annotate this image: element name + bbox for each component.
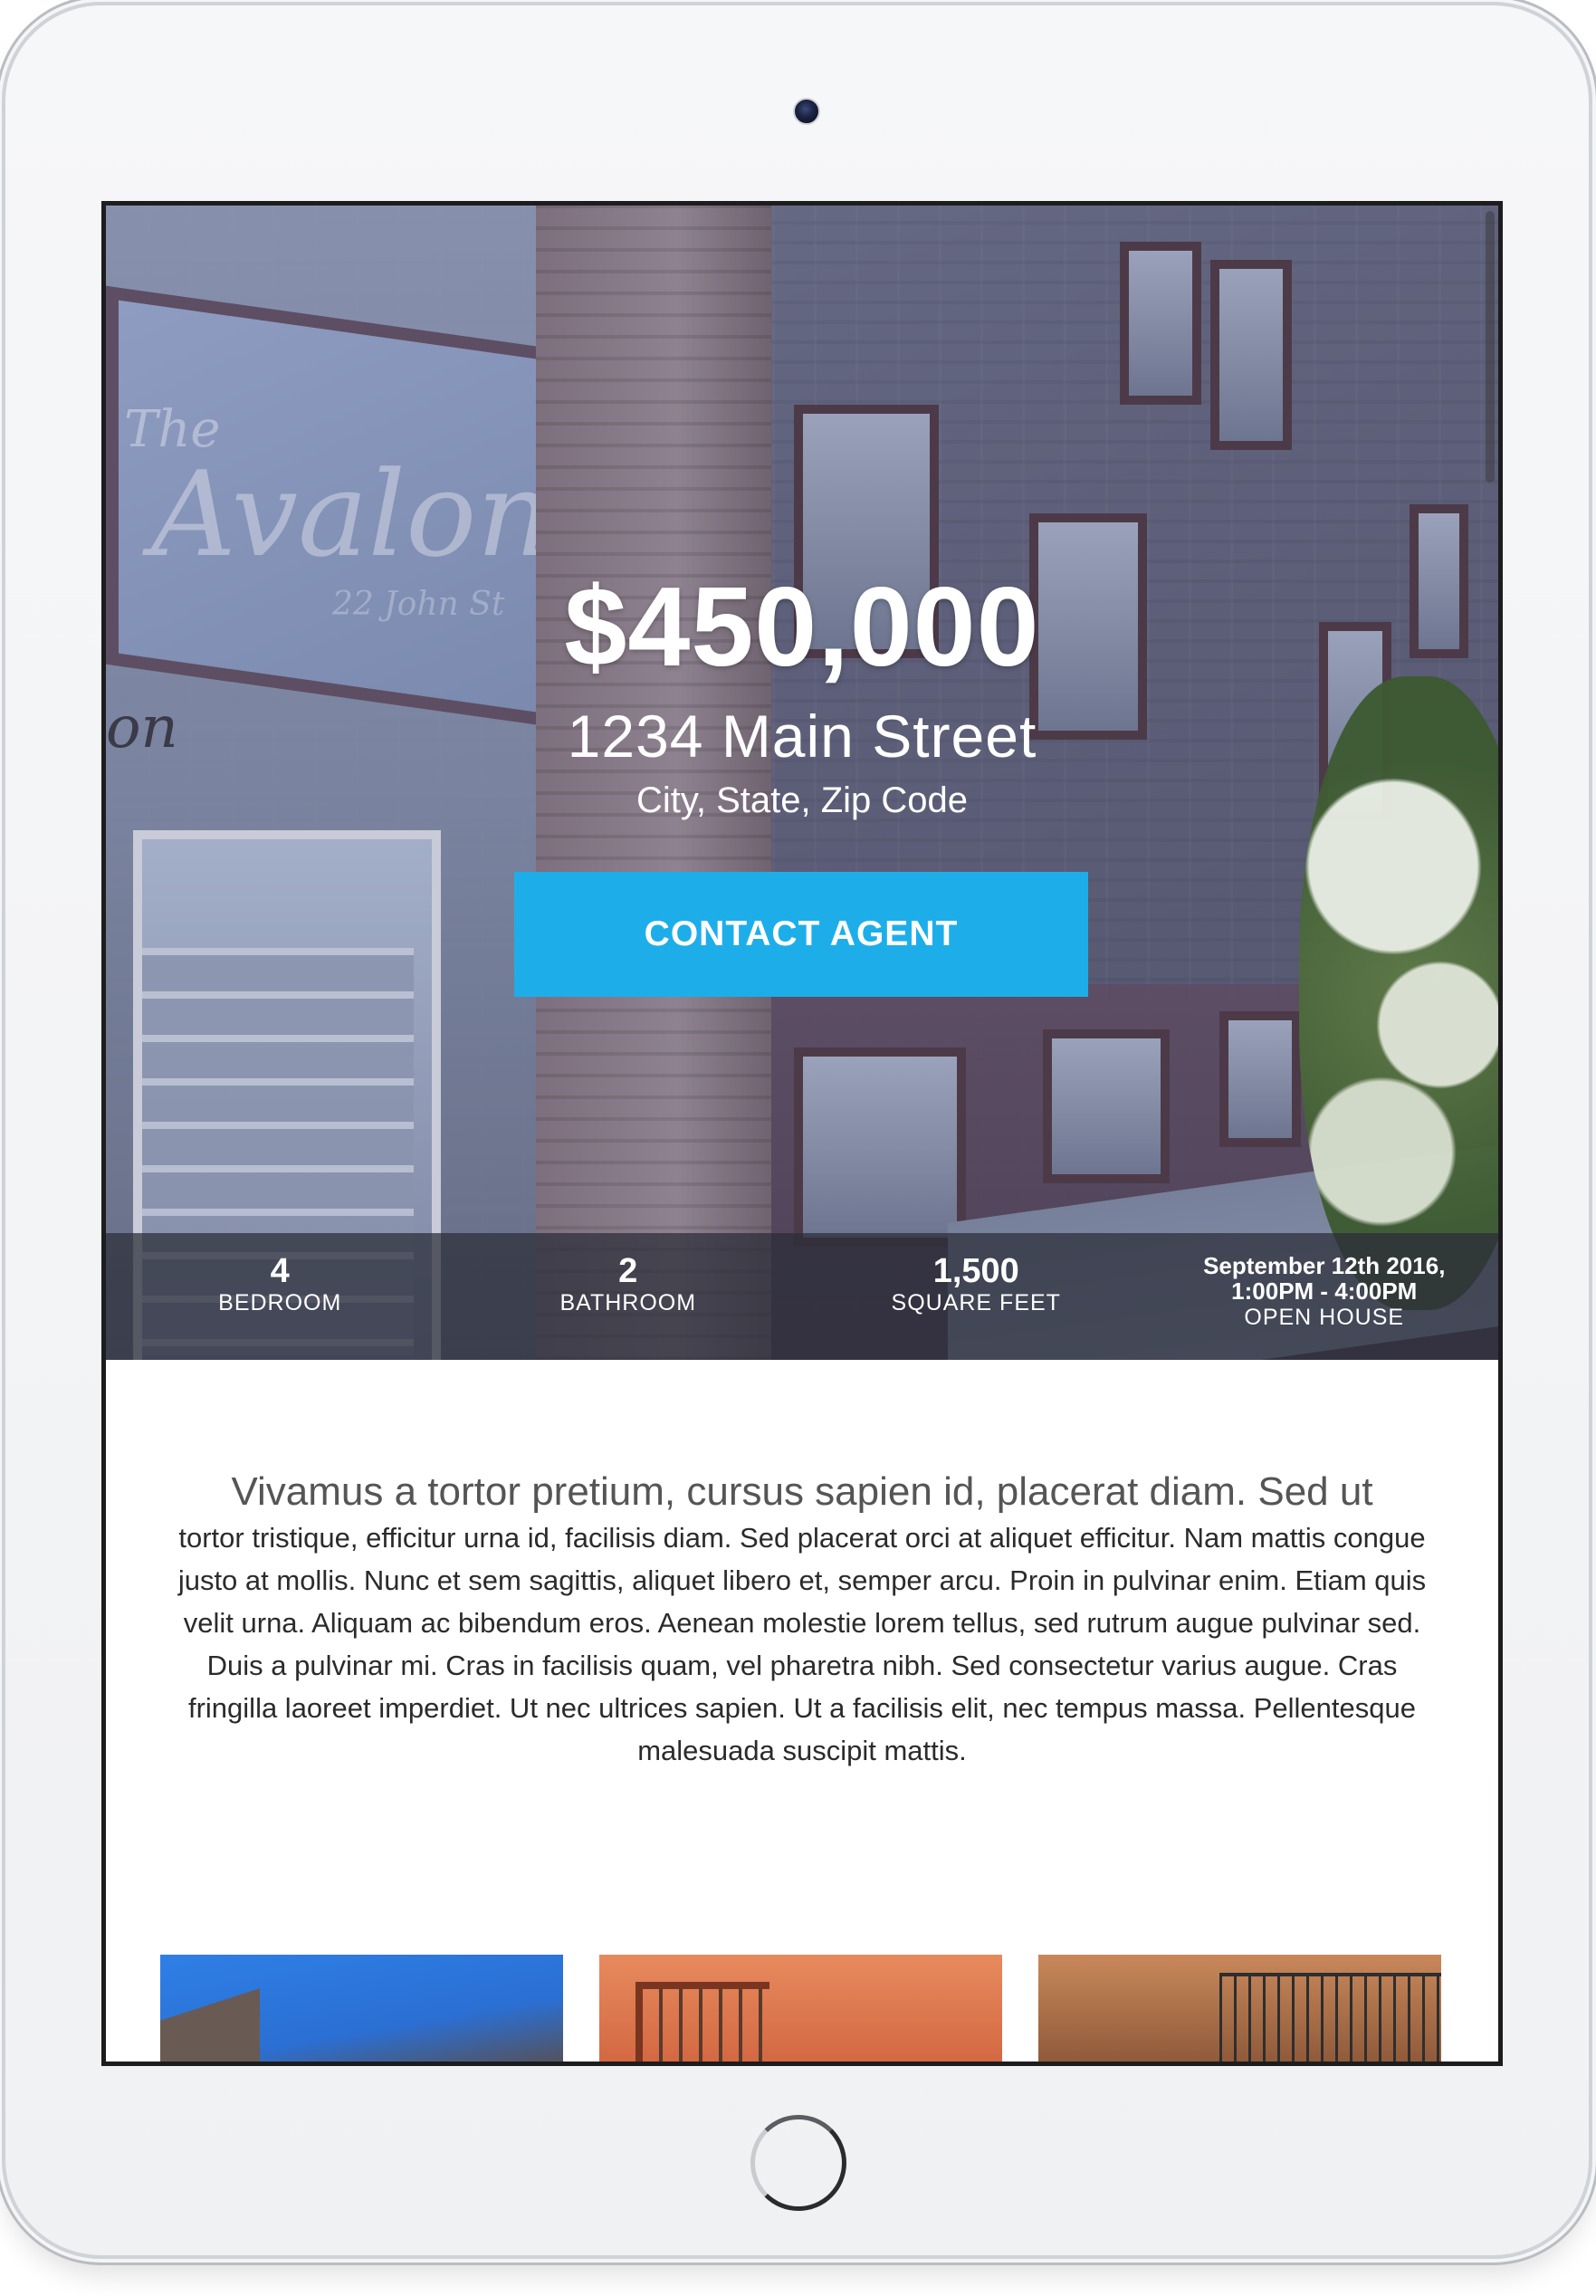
- scrollbar[interactable]: [1486, 211, 1495, 483]
- listing-street: 1234 Main Street: [567, 703, 1037, 770]
- hero-photo-window: [1043, 1029, 1170, 1183]
- stats-bar: 4 BEDROOM 2 BATHROOM 1,500 SQUARE FEET S…: [106, 1233, 1498, 1360]
- hero-photo-window: [794, 1048, 966, 1247]
- listing-city-state-zip: City, State, Zip Code: [636, 780, 969, 820]
- stat-open-house: September 12th 2016, 1:00PM - 4:00PM OPE…: [1151, 1233, 1499, 1360]
- description-body: tortor tristique, efficitur urna id, fac…: [177, 1522, 1427, 1766]
- listing-price: $450,000: [564, 565, 1040, 690]
- stat-label: BATHROOM: [559, 1290, 697, 1315]
- stat-bathroom: 2 BATHROOM: [454, 1233, 803, 1360]
- hero-section: The Avalon 22 John St on $450,000 1234 M…: [106, 206, 1498, 1360]
- stat-value: 4: [270, 1252, 290, 1290]
- hero-photo-foliage: [1299, 676, 1498, 1310]
- description-lead: Vivamus a tortor pretium, cursus sapien …: [231, 1469, 1373, 1514]
- stat-bedroom: 4 BEDROOM: [106, 1233, 454, 1360]
- open-house-time: 1:00PM - 4:00PM: [1231, 1277, 1418, 1305]
- contact-agent-button[interactable]: CONTACT AGENT: [514, 872, 1088, 997]
- stat-label: OPEN HOUSE: [1244, 1305, 1405, 1330]
- tablet-device: The Avalon 22 John St on $450,000 1234 M…: [2, 2, 1592, 2259]
- camera-icon: [793, 98, 820, 125]
- stat-square-feet: 1,500 SQUARE FEET: [802, 1233, 1151, 1360]
- stat-value: 1,500: [932, 1252, 1019, 1290]
- hero-photo-window: [1120, 242, 1201, 405]
- home-button-icon[interactable]: [750, 2115, 846, 2211]
- gallery-photo-balcony[interactable]: [599, 1955, 1002, 2062]
- stat-label: SQUARE FEET: [891, 1290, 1061, 1315]
- gallery-photo-interior[interactable]: [1038, 1955, 1441, 2062]
- description-section: Vivamus a tortor pretium, cursus sapien …: [160, 1464, 1444, 1772]
- stat-value: 2: [618, 1252, 638, 1290]
- hero-photo-window: [1210, 260, 1292, 450]
- photo-gallery: [160, 1955, 1444, 2062]
- open-house-date: September 12th 2016,: [1203, 1252, 1446, 1279]
- stat-label: BEDROOM: [218, 1290, 342, 1315]
- gallery-photo-exterior[interactable]: [160, 1955, 563, 2062]
- browser-screen: The Avalon 22 John St on $450,000 1234 M…: [101, 201, 1503, 2066]
- hero-photo-window: [1219, 1011, 1301, 1147]
